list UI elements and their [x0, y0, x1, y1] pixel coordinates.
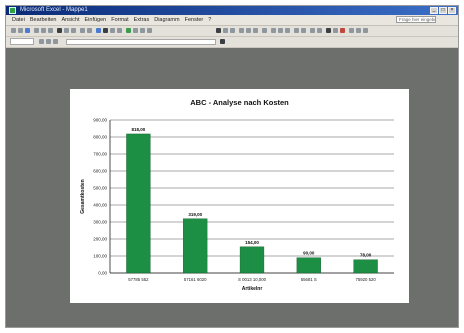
bold-icon[interactable] — [216, 28, 221, 33]
print-icon[interactable] — [34, 28, 39, 33]
menu-insert[interactable]: Einfügen — [85, 16, 107, 24]
data-label: 78,00 — [360, 253, 372, 258]
y-axis-title: Gesamtkosten — [80, 179, 86, 213]
data-label: 90,00 — [303, 251, 315, 256]
bar — [296, 257, 321, 274]
menu-tools[interactable]: Extras — [134, 16, 150, 24]
menu-items: Datei Bearbeiten Ansicht Einfügen Format… — [12, 16, 211, 24]
x-axis-title: Artikelnr — [242, 286, 263, 292]
menu-bar: Datei Bearbeiten Ansicht Einfügen Format… — [6, 15, 458, 26]
hyperlink-icon[interactable] — [96, 28, 101, 33]
data-table-icon[interactable] — [363, 28, 368, 33]
menu-format[interactable]: Format — [111, 16, 128, 24]
maximize-button[interactable]: □ — [439, 7, 447, 14]
font-color-icon[interactable] — [340, 28, 345, 33]
window-title: Microsoft Excel - Mappe1 — [20, 7, 88, 13]
x-tick-label: 75920 520 — [355, 277, 376, 282]
indent-icon[interactable] — [310, 28, 315, 33]
fill-color-icon[interactable] — [333, 28, 338, 33]
copy-icon[interactable] — [64, 28, 69, 33]
y-tick-label: 200,00 — [93, 237, 107, 242]
underline-icon[interactable] — [230, 28, 235, 33]
spelling-icon[interactable] — [48, 28, 53, 33]
bar-chart: 0,00 100,00 200,00 300,00 400,00 500,00 600,00… — [80, 118, 394, 292]
legend-icon[interactable] — [356, 28, 361, 33]
bar — [353, 259, 378, 274]
minimize-button[interactable]: _ — [430, 7, 438, 14]
excel-app-icon — [9, 7, 16, 14]
data-label: 154,00 — [245, 240, 259, 245]
y-tick-label: 100,00 — [93, 254, 107, 259]
autosum-icon[interactable] — [103, 28, 108, 33]
x-tick-label: 55681 S — [301, 277, 317, 282]
menu-window[interactable]: Fenster — [185, 16, 204, 24]
formula-bar[interactable] — [66, 39, 216, 45]
x-tick-label: 57785 552 — [128, 277, 149, 282]
decimal-decrease-icon[interactable] — [301, 28, 306, 33]
bar — [239, 246, 265, 274]
percent-icon[interactable] — [278, 28, 283, 33]
menu-edit[interactable]: Bearbeiten — [30, 16, 57, 24]
help-icon[interactable] — [147, 28, 152, 33]
application-window: Microsoft Excel - Mappe1 _ □ × Datei Bea… — [5, 5, 459, 328]
window-controls: _ □ × — [430, 7, 456, 14]
data-label: 319,00 — [188, 212, 202, 217]
x-tick-label: 57161 6020 — [184, 277, 207, 282]
open-icon[interactable] — [18, 28, 23, 33]
sort-descending-icon[interactable] — [117, 28, 122, 33]
formula-toolbar — [6, 37, 458, 48]
print-preview-icon[interactable] — [41, 28, 46, 33]
y-tick-label: 0,00 — [98, 271, 107, 276]
x-tick-label: S 0013 10,000 — [238, 277, 267, 282]
align-left-icon[interactable] — [239, 28, 244, 33]
close-button[interactable]: × — [448, 7, 456, 14]
bar — [126, 133, 151, 274]
data-label: 818,00 — [132, 127, 146, 132]
menu-help[interactable]: ? — [208, 16, 211, 24]
borders-icon[interactable] — [326, 28, 331, 33]
function-icon[interactable] — [39, 39, 44, 44]
y-tick-label: 900,00 — [93, 118, 107, 123]
y-tick-label: 400,00 — [93, 203, 107, 208]
by-row-icon[interactable] — [53, 39, 58, 44]
save-icon[interactable] — [25, 28, 30, 33]
chart-wizard-icon[interactable] — [126, 28, 131, 33]
title-bar[interactable]: Microsoft Excel - Mappe1 _ □ × — [6, 6, 458, 15]
decimal-increase-icon[interactable] — [294, 28, 299, 33]
redo-icon[interactable] — [87, 28, 92, 33]
y-tick-label: 300,00 — [93, 220, 107, 225]
currency-icon[interactable] — [271, 28, 276, 33]
standard-toolbar — [6, 26, 458, 37]
merge-icon[interactable] — [262, 28, 267, 33]
drawing-icon[interactable] — [133, 28, 138, 33]
menu-chart[interactable]: Diagramm — [154, 16, 179, 24]
y-tick-label: 600,00 — [93, 169, 107, 174]
cut-icon[interactable] — [57, 28, 62, 33]
chart-sheet[interactable]: ABC - Analyse nach Kosten 0,00 100,00 200,… — [70, 89, 409, 303]
paste-icon[interactable] — [71, 28, 76, 33]
bar — [183, 218, 208, 274]
name-box[interactable] — [10, 38, 34, 45]
formula-dropdown-icon[interactable] — [220, 39, 225, 44]
outdent-icon[interactable] — [317, 28, 322, 33]
zoom-icon[interactable] — [140, 28, 145, 33]
y-tick-label: 700,00 — [93, 152, 107, 157]
align-center-icon[interactable] — [246, 28, 251, 33]
thousands-icon[interactable] — [285, 28, 290, 33]
align-right-icon[interactable] — [253, 28, 258, 33]
menu-view[interactable]: Ansicht — [61, 16, 79, 24]
undo-icon[interactable] — [80, 28, 85, 33]
y-tick-label: 800,00 — [93, 135, 107, 140]
chart-type-icon[interactable] — [349, 28, 354, 33]
help-search-input[interactable]: Frage hier eingeben — [396, 16, 436, 23]
menu-file[interactable]: Datei — [12, 16, 25, 24]
new-icon[interactable] — [11, 28, 16, 33]
italic-icon[interactable] — [223, 28, 228, 33]
y-tick-label: 500,00 — [93, 186, 107, 191]
format-icon[interactable] — [46, 39, 51, 44]
sort-ascending-icon[interactable] — [110, 28, 115, 33]
